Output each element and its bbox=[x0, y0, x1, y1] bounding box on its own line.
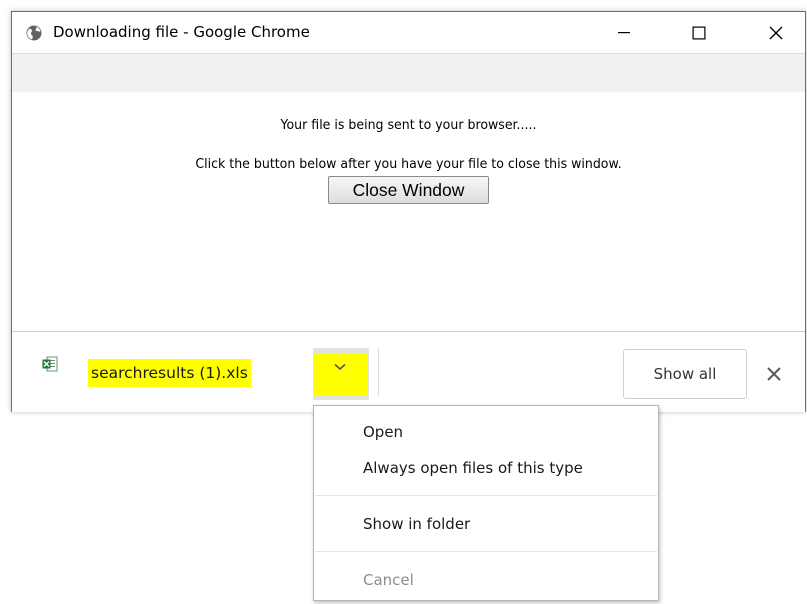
excel-file-icon bbox=[42, 356, 58, 372]
menu-separator bbox=[315, 551, 657, 552]
close-download-shelf-button[interactable] bbox=[764, 364, 784, 384]
status-message: Your file is being sent to your browser.… bbox=[280, 117, 537, 133]
window-close-button[interactable] bbox=[753, 12, 799, 53]
menu-separator bbox=[315, 495, 657, 496]
download-context-menu: Open Always open files of this type Show… bbox=[313, 405, 659, 601]
globe-icon bbox=[26, 25, 42, 41]
download-shelf: searchresults (1).xls Show all bbox=[12, 331, 805, 412]
close-window-button[interactable]: Close Window bbox=[328, 176, 489, 204]
minimize-button[interactable] bbox=[601, 12, 647, 53]
window-title: Downloading file - Google Chrome bbox=[53, 23, 310, 41]
download-file-name[interactable]: searchresults (1).xls bbox=[88, 359, 251, 387]
show-all-button[interactable]: Show all bbox=[623, 349, 747, 399]
maximize-button[interactable] bbox=[676, 12, 722, 53]
chevron-down-icon bbox=[334, 363, 346, 371]
menu-item-cancel: Cancel bbox=[363, 571, 414, 589]
page-content: Your file is being sent to your browser.… bbox=[12, 92, 805, 331]
address-bar bbox=[12, 53, 805, 93]
close-icon bbox=[767, 367, 781, 381]
close-icon bbox=[769, 26, 783, 39]
download-options-button[interactable] bbox=[313, 348, 369, 400]
menu-item-show-in-folder[interactable]: Show in folder bbox=[314, 506, 658, 542]
divider bbox=[378, 348, 379, 396]
chrome-popup-window: Downloading file - Google Chrome Your fi… bbox=[11, 11, 806, 412]
menu-item-always-open[interactable]: Always open files of this type bbox=[314, 450, 658, 486]
instruction-message: Click the button below after you have yo… bbox=[195, 156, 622, 172]
menu-item-open[interactable]: Open bbox=[314, 414, 658, 450]
title-bar: Downloading file - Google Chrome bbox=[12, 12, 805, 53]
maximize-icon bbox=[692, 26, 706, 39]
minimize-icon bbox=[618, 31, 630, 33]
